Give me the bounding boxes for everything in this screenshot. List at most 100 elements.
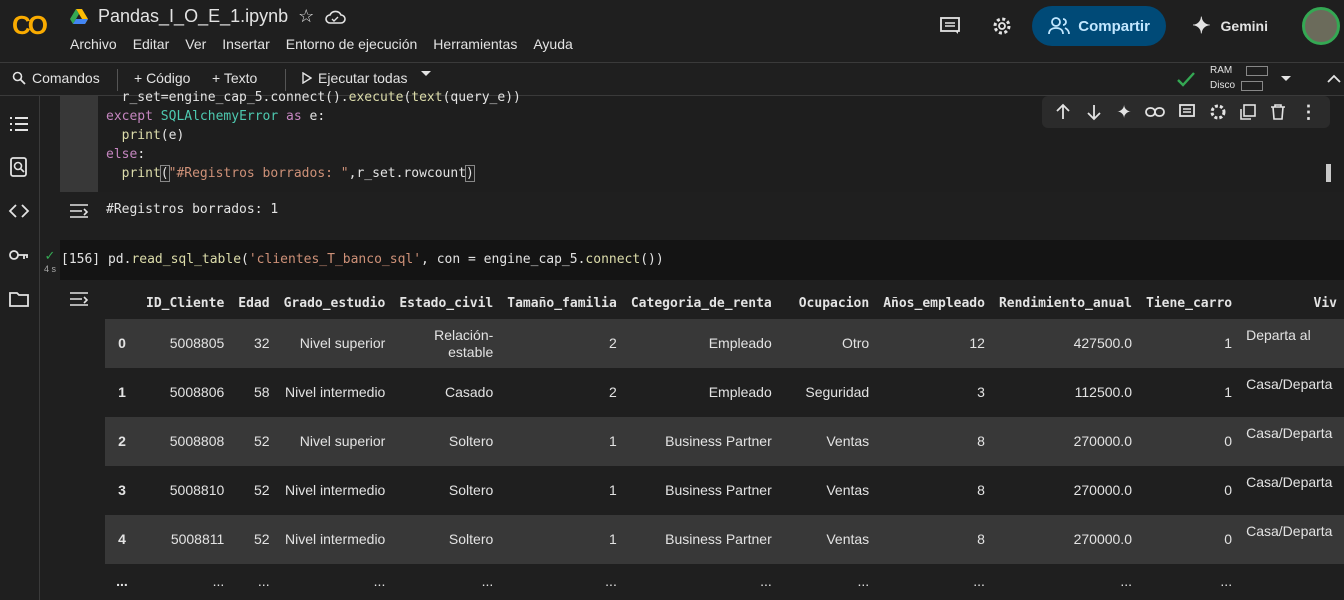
- table-cell: Business Partner: [623, 417, 779, 466]
- gear-icon[interactable]: [990, 14, 1014, 38]
- table-cell: Soltero: [392, 417, 501, 466]
- table-cell: ...: [276, 564, 393, 598]
- column-header[interactable]: Viv: [1239, 288, 1344, 319]
- trash-icon[interactable]: [1270, 103, 1286, 121]
- table-row[interactable]: .................................: [105, 564, 1344, 598]
- chevron-up-icon[interactable]: [1326, 73, 1342, 83]
- menu-archivo[interactable]: Archivo: [70, 36, 117, 52]
- output-text: #Registros borrados: 1: [106, 202, 279, 217]
- table-row[interactable]: 0 5008805 32 Nivel superior Relación-estable…: [105, 319, 1344, 368]
- table-cell: Business Partner: [623, 466, 779, 515]
- toc-icon[interactable]: [8, 114, 30, 136]
- row-index: 2: [105, 417, 139, 466]
- column-header[interactable]: Estado_civil: [392, 288, 501, 319]
- table-row[interactable]: 2 5008808 52 Nivel superior Soltero 1 Business…: [105, 417, 1344, 466]
- cell-gutter[interactable]: [60, 96, 98, 192]
- mirror-icon[interactable]: [1239, 103, 1257, 121]
- table-row[interactable]: 4 5008811 52 Nivel intermedio Soltero 1 Busine…: [105, 515, 1344, 564]
- key-icon[interactable]: [8, 244, 30, 266]
- column-header[interactable]: Tamaño_familia: [500, 288, 624, 319]
- link-icon[interactable]: [1144, 105, 1165, 119]
- row-index: 4: [105, 515, 139, 564]
- row-index: ...: [105, 564, 139, 598]
- comment-icon[interactable]: [1178, 103, 1196, 121]
- column-header[interactable]: ID_Cliente: [139, 288, 232, 319]
- toolbar-divider: [117, 69, 118, 91]
- table-cell: 52: [231, 466, 277, 515]
- table-cell: Empleado: [623, 319, 779, 368]
- menu-ver[interactable]: Ver: [185, 36, 206, 52]
- table-cell: ...: [139, 564, 232, 598]
- table-cell: Business Partner: [623, 515, 779, 564]
- resources-indicator[interactable]: RAM Disco: [1210, 63, 1269, 93]
- column-header[interactable]: Edad: [231, 288, 277, 319]
- table-cell: 427500.0: [991, 319, 1139, 368]
- column-header[interactable]: Categoria_de_renta: [623, 288, 779, 319]
- table-cell: Casa/Departa: [1239, 515, 1344, 564]
- code-icon[interactable]: [8, 200, 30, 222]
- table-row[interactable]: 1 5008806 58 Nivel intermedio Casado 2 Emplead…: [105, 368, 1344, 417]
- sparkle-icon[interactable]: ✦: [1116, 102, 1131, 123]
- avatar[interactable]: [1302, 7, 1340, 45]
- notebook-title[interactable]: Pandas_I_O_E_1.ipynb: [98, 6, 288, 27]
- menu-editar[interactable]: Editar: [133, 36, 170, 52]
- dataframe-table: ID_Cliente Edad Grado_estudio Estado_civ…: [105, 288, 1344, 598]
- table-cell: ...: [231, 564, 277, 598]
- table-cell: ...: [778, 564, 877, 598]
- table-cell: 1: [500, 466, 624, 515]
- more-icon[interactable]: ⋮: [1299, 102, 1317, 123]
- gemini-icon: ✦: [1192, 13, 1211, 38]
- ram-label: RAM: [1210, 65, 1233, 76]
- comment-icon[interactable]: [938, 14, 962, 38]
- table-cell: ...: [392, 564, 501, 598]
- menu-insertar[interactable]: Insertar: [222, 36, 269, 52]
- table-row[interactable]: 3 5008810 52 Nivel intermedio Soltero 1 Busine…: [105, 466, 1344, 515]
- arrow-up-icon[interactable]: [1054, 103, 1072, 121]
- arrow-down-icon[interactable]: [1085, 103, 1103, 121]
- table-cell: 1: [1139, 368, 1240, 417]
- menu-entorno[interactable]: Entorno de ejecución: [286, 36, 418, 52]
- menu-ayuda[interactable]: Ayuda: [533, 36, 572, 52]
- cloud-icon[interactable]: [324, 9, 347, 25]
- table-cell: 8: [876, 466, 992, 515]
- run-options-dropdown[interactable]: [420, 70, 432, 78]
- chevron-down-icon[interactable]: [1280, 75, 1292, 83]
- column-header[interactable]: Tiene_carro: [1139, 288, 1240, 319]
- code-cell[interactable]: [156] pd.read_sql_table('clientes_T_banc…: [60, 240, 1344, 280]
- column-header[interactable]: Años_empleado: [876, 288, 992, 319]
- table-cell: 112500.0: [991, 368, 1139, 417]
- run-all-button[interactable]: Ejecutar todas: [302, 70, 408, 86]
- table-cell: Seguridad: [778, 368, 877, 417]
- output-icon[interactable]: [68, 288, 90, 310]
- table-cell: ...: [876, 564, 992, 598]
- scrollbar-thumb[interactable]: [1326, 164, 1331, 182]
- code-line: [156] pd.read_sql_table('clientes_T_banc…: [61, 252, 664, 267]
- colab-logo[interactable]: CO: [12, 10, 48, 41]
- column-header[interactable]: Rendimiento_anual: [991, 288, 1139, 319]
- table-cell: Ventas: [778, 417, 877, 466]
- add-text-button[interactable]: + Texto: [212, 70, 257, 86]
- commands-button[interactable]: Comandos: [12, 70, 100, 86]
- add-code-button[interactable]: + Código: [134, 70, 190, 86]
- column-header[interactable]: Grado_estudio: [276, 288, 393, 319]
- column-header[interactable]: Ocupacion: [778, 288, 877, 319]
- share-button[interactable]: Compartir: [1032, 6, 1167, 46]
- gemini-button[interactable]: ✦ Gemini: [1192, 13, 1268, 39]
- table-cell: 270000.0: [991, 417, 1139, 466]
- disk-bar: [1241, 80, 1264, 91]
- code-line: else:: [106, 147, 146, 162]
- drive-icon[interactable]: [70, 8, 88, 25]
- output-icon[interactable]: [68, 200, 90, 222]
- column-header[interactable]: [105, 288, 139, 319]
- notebook-title-row: Pandas_I_O_E_1.ipynb ☆: [70, 6, 347, 27]
- menu-herramientas[interactable]: Herramientas: [433, 36, 517, 52]
- table-cell: Casado: [392, 368, 501, 417]
- folder-icon[interactable]: [8, 288, 30, 310]
- table-cell: 0: [1139, 515, 1240, 564]
- exec-time: 4 s: [43, 264, 56, 274]
- top-bar: CO Pandas_I_O_E_1.ipynb ☆ Archivo Editar…: [0, 0, 1344, 62]
- table-cell: 1: [500, 515, 624, 564]
- gear-icon[interactable]: [1209, 103, 1227, 121]
- find-icon[interactable]: [8, 156, 30, 178]
- star-icon[interactable]: ☆: [298, 6, 314, 27]
